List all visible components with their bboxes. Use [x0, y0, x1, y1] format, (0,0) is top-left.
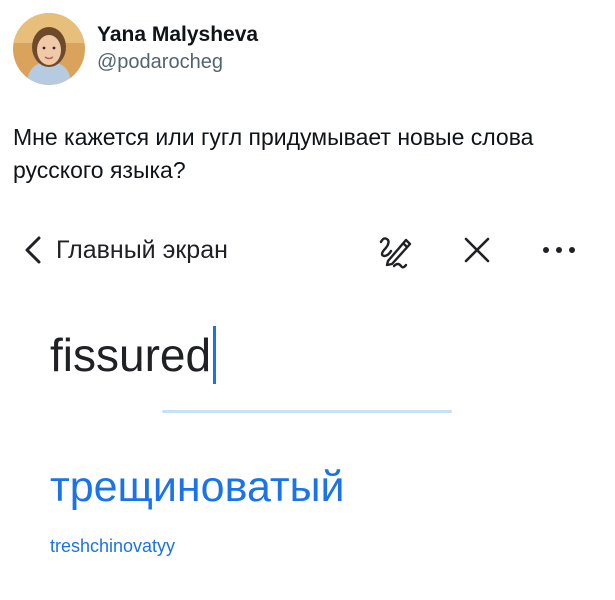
close-icon	[464, 237, 490, 263]
more-horizontal-icon	[543, 247, 575, 253]
close-button[interactable]	[455, 228, 499, 272]
user-handle[interactable]: @podarocheg	[97, 49, 258, 75]
transliteration-text: treshchinovatyy	[50, 536, 176, 556]
author-names: Yana Malysheva @podarocheg	[97, 22, 258, 75]
divider	[162, 410, 452, 413]
avatar-photo	[13, 13, 85, 85]
handwriting-icon	[379, 237, 412, 269]
avatar[interactable]	[13, 13, 85, 85]
more-options-button[interactable]	[537, 228, 581, 272]
tweet-header: Yana Malysheva @podarocheg	[13, 13, 258, 85]
source-text-input[interactable]: fissured	[50, 322, 217, 388]
handwriting-button[interactable]	[372, 228, 416, 272]
translator-nav-bar: Главный экран	[0, 222, 615, 278]
text-cursor	[213, 326, 217, 384]
chevron-left-icon	[25, 236, 41, 264]
page: Yana Malysheva @podarocheg Мне кажется и…	[0, 0, 615, 600]
back-label: Главный экран	[56, 235, 228, 264]
display-name[interactable]: Yana Malysheva	[97, 22, 258, 48]
translation-result[interactable]: трещиноватый	[50, 459, 345, 515]
back-button[interactable]: Главный экран	[22, 228, 228, 272]
tweet-text: Мне кажется или гугл придумывает новые с…	[13, 124, 534, 183]
source-text-value: fissured	[50, 329, 212, 381]
